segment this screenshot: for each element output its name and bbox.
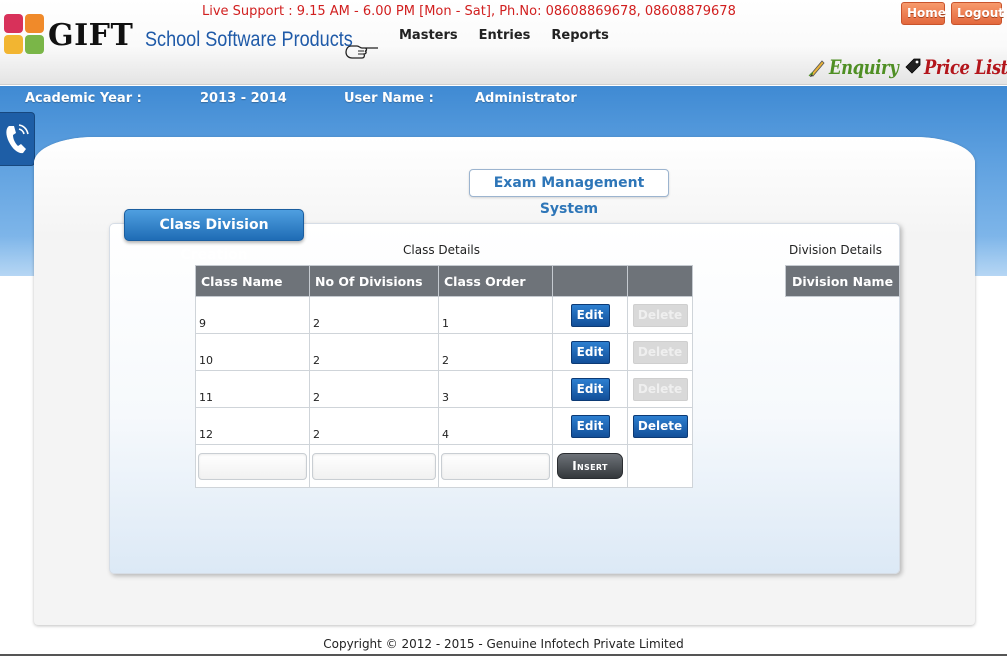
edit-button[interactable]: Edit <box>570 303 610 327</box>
col-delete <box>627 265 693 297</box>
price-list-link[interactable]: Price List <box>904 55 1007 79</box>
academic-year-label: Academic Year : <box>25 91 142 106</box>
gift-logo-icon <box>4 14 44 54</box>
no-of-divisions-input[interactable] <box>312 452 436 480</box>
cell-class-name: 10 <box>195 333 310 371</box>
menu-masters[interactable]: Masters <box>399 28 458 43</box>
table-row: 11 2 3 Edit Delete <box>195 370 693 408</box>
cell-divisions: 2 <box>309 333 439 371</box>
cell-class-name: 9 <box>195 296 310 334</box>
cell-divisions: 2 <box>309 407 439 445</box>
tag-icon <box>905 58 921 74</box>
brand-subtitle: School Software Products <box>145 28 353 51</box>
edit-button[interactable]: Edit <box>570 377 610 401</box>
insert-row: Insert <box>195 444 693 488</box>
live-support-text: Live Support : 9.15 AM - 6.00 PM [Mon - … <box>202 4 736 19</box>
division-details-label: Division Details <box>789 243 882 257</box>
logout-button[interactable]: Logout <box>951 2 1004 25</box>
pencil-icon <box>808 60 825 77</box>
col-division-name: Division Name <box>784 265 901 297</box>
home-button[interactable]: Home <box>901 2 946 25</box>
enquiry-link[interactable]: Enquiry <box>808 55 914 79</box>
cell-class-order: 2 <box>438 333 553 371</box>
user-name-value: Administrator <box>475 91 577 106</box>
table-row: 10 2 2 Edit Delete <box>195 333 693 371</box>
panel-title-tab: Class Division Creation <box>124 209 304 263</box>
pointing-hand-icon <box>345 45 378 59</box>
brand-name: GIFT <box>48 18 134 53</box>
edit-button[interactable]: Edit <box>570 414 610 438</box>
user-name-label: User Name : <box>344 91 434 106</box>
cell-class-name: 11 <box>195 370 310 408</box>
delete-button: Delete <box>632 340 688 364</box>
class-name-input[interactable] <box>198 452 307 480</box>
cell-class-order: 3 <box>438 370 553 408</box>
col-no-of-divisions: No Of Divisions <box>309 265 439 297</box>
main-menu: Masters Entries Reports <box>399 28 609 43</box>
table-row: 9 2 1 Edit Delete <box>195 296 693 334</box>
menu-entries[interactable]: Entries <box>479 28 531 43</box>
division-details-table: Division Name <box>784 265 901 297</box>
academic-year-value: 2013 - 2014 <box>200 91 287 106</box>
cell-class-order: 1 <box>438 296 553 334</box>
price-list-label: Price List <box>924 55 1007 79</box>
system-title: Exam Management System <box>469 169 669 217</box>
col-class-name: Class Name <box>195 265 310 297</box>
delete-button[interactable]: Delete <box>632 414 688 438</box>
class-details-label: Class Details <box>403 243 480 257</box>
cell-divisions: 2 <box>309 370 439 408</box>
edit-button[interactable]: Edit <box>570 340 610 364</box>
class-order-input[interactable] <box>441 452 550 480</box>
cell-class-order: 4 <box>438 407 553 445</box>
top-header: GIFT School Software Products Live Suppo… <box>0 0 1007 85</box>
cell-divisions: 2 <box>309 296 439 334</box>
footer-copyright: Copyright © 2012 - 2015 - Genuine Infote… <box>323 637 684 651</box>
insert-button[interactable]: Insert <box>557 453 623 479</box>
table-header-row: Division Name <box>784 265 901 297</box>
enquiry-label: Enquiry <box>829 55 899 79</box>
menu-reports[interactable]: Reports <box>551 28 608 43</box>
phone-icon <box>6 124 29 154</box>
table-row: 12 2 4 Edit Delete <box>195 407 693 445</box>
delete-button: Delete <box>632 303 688 327</box>
table-header-row: Class Name No Of Divisions Class Order <box>195 265 693 297</box>
class-details-table: Class Name No Of Divisions Class Order 9… <box>195 265 693 488</box>
delete-button: Delete <box>632 377 688 401</box>
phone-support-tab[interactable] <box>0 112 35 166</box>
col-class-order: Class Order <box>438 265 553 297</box>
col-edit <box>552 265 628 297</box>
cell-class-name: 12 <box>195 407 310 445</box>
